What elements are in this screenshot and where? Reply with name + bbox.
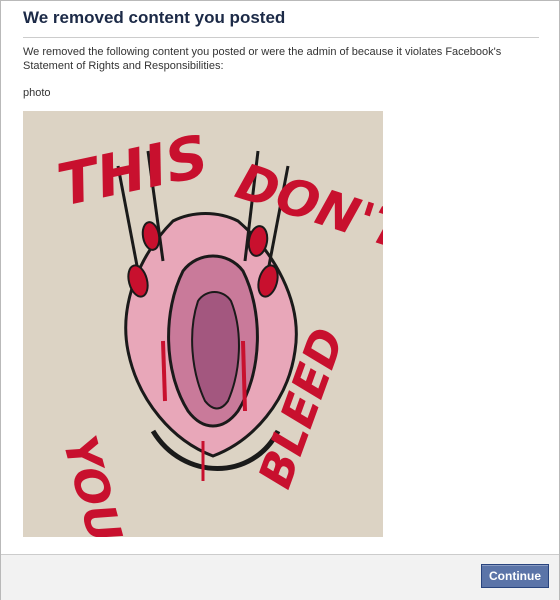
dialog-title: We removed content you posted — [23, 8, 286, 27]
dialog-header: We removed content you posted — [23, 7, 539, 38]
removed-photo-illustration: THIS DON'T YOU BLEED — [52, 122, 383, 537]
svg-text:THIS: THIS — [52, 122, 214, 220]
removed-content-dialog: We removed content you posted We removed… — [0, 0, 560, 600]
content-type-label: photo — [23, 87, 51, 99]
dialog-footer: Continue — [1, 554, 559, 600]
continue-button[interactable]: Continue — [481, 564, 549, 588]
removal-message: We removed the following content you pos… — [23, 46, 502, 72]
removed-photo: THIS DON'T YOU BLEED — [23, 111, 383, 537]
svg-text:YOU: YOU — [52, 430, 132, 537]
